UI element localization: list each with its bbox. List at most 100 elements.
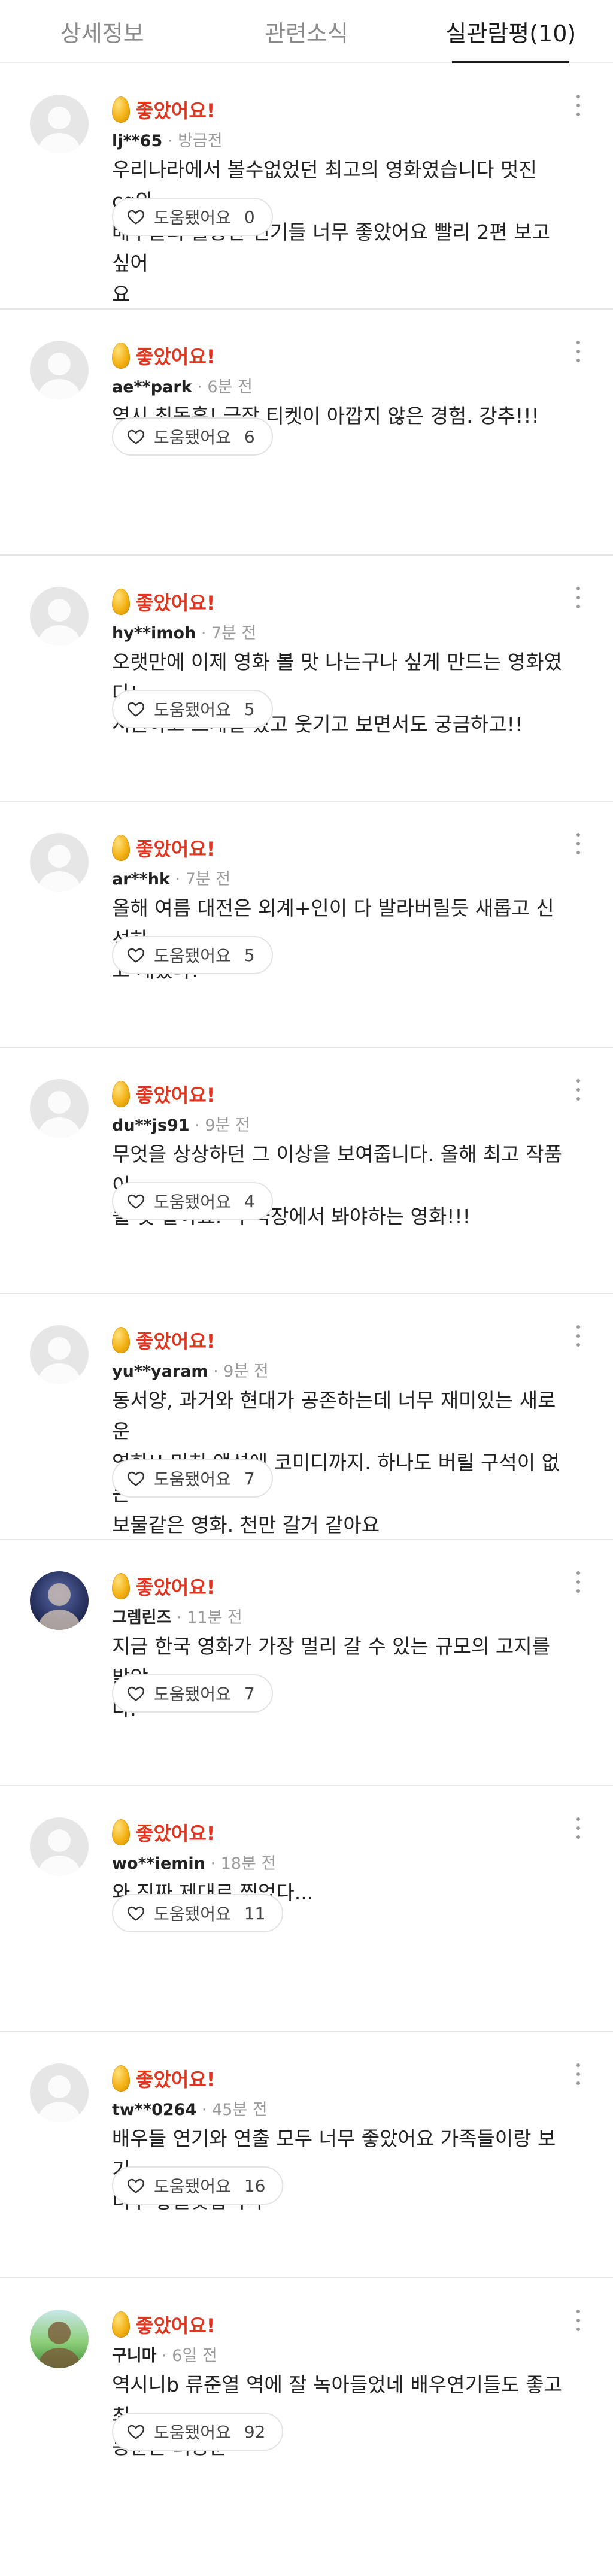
helpful-button[interactable]: 도움됐어요 16 [112,2166,284,2205]
helpful-count: 92 [244,2422,266,2442]
heart-icon [127,948,145,963]
rating: 좋았어요! [112,1817,565,1847]
avatar [30,341,89,399]
heart-icon [127,1686,145,1701]
heart-icon [127,1194,145,1209]
heart-icon [127,702,145,717]
reviewer-name: yu**yaram [112,1362,208,1381]
rating-label: 좋았어요! [136,1330,216,1353]
reviewer-name: 구니마 [112,2347,157,2365]
helpful-count: 5 [244,945,255,965]
avatar [30,1571,89,1630]
rating: 좋았어요! [112,1325,565,1355]
helpful-label: 도움됐어요 [154,428,231,447]
review-meta: ar**hk · 7분 전 [112,869,565,890]
golden-egg-icon [112,589,130,615]
heart-icon [127,210,145,225]
review-content: 좋았어요! yu**yaram · 9분 전 동서양, 과거와 현대가 공존하는… [112,1325,565,1541]
review-time: · 11분 전 [171,1608,242,1627]
rating-label: 좋았어요! [136,592,216,614]
tab-reviews[interactable]: 실관람평(10) [409,0,613,62]
helpful-button[interactable]: 도움됐어요 6 [112,417,273,456]
helpful-count: 16 [244,2175,266,2196]
rating: 좋았어요! [112,2063,565,2093]
review-time: · 9분 전 [189,1116,250,1135]
review-list: 좋았어요! lj**65 · 방금전 우리나라에서 볼수없었던 최고의 영화였습… [0,63,613,2576]
helpful-button[interactable]: 도움됐어요 4 [112,1182,273,1220]
golden-egg-icon [112,1819,130,1845]
helpful-count: 4 [244,1191,255,1211]
rating-label: 좋았어요! [136,1576,216,1599]
rating-label: 좋았어요! [136,99,216,122]
rating: 좋았어요! [112,1079,565,1109]
review-item: 좋았어요! ae**park · 6분 전 역시 최동훈! 극장 티켓이 아깝지… [0,310,613,554]
rating: 좋았어요! [112,2310,565,2339]
avatar [30,1325,89,1384]
review-item: 좋았어요! yu**yaram · 9분 전 동서양, 과거와 현대가 공존하는… [0,1294,613,1539]
heart-icon [127,1471,145,1486]
golden-egg-icon [112,835,130,861]
helpful-label: 도움됐어요 [154,1192,231,1212]
review-meta: du**js91 · 9분 전 [112,1115,565,1137]
rating: 좋았어요! [112,1571,565,1601]
review-meta: yu**yaram · 9분 전 [112,1361,565,1383]
helpful-button[interactable]: 도움됐어요 0 [112,198,273,236]
tab-news[interactable]: 관련소식 [204,0,408,62]
avatar [30,2310,89,2368]
more-options-icon[interactable] [572,2307,584,2333]
helpful-button[interactable]: 도움됐어요 92 [112,2413,284,2451]
golden-egg-icon [112,343,130,369]
more-options-icon[interactable] [572,1077,584,1103]
helpful-button[interactable]: 도움됐어요 7 [112,1459,273,1498]
heart-icon [127,1906,145,1921]
more-options-icon[interactable] [572,1323,584,1349]
review-item: 좋았어요! wo**iemin · 18분 전 와 진짜 제대로 찢었다... … [0,1786,613,2031]
review-meta: tw**0264 · 45분 전 [112,2099,565,2121]
review-item: 좋았어요! lj**65 · 방금전 우리나라에서 볼수없었던 최고의 영화였습… [0,63,613,308]
more-options-icon[interactable] [572,1815,584,1841]
golden-egg-icon [112,1081,130,1107]
review-time: · 7분 전 [169,870,231,889]
rating-label: 좋았어요! [136,2068,216,2091]
reviewer-name: 그렘린즈 [112,1608,172,1627]
helpful-label: 도움됐어요 [154,946,231,966]
review-meta: wo**iemin · 18분 전 [112,1853,565,1875]
rating: 좋았어요! [112,833,565,863]
review-meta: lj**65 · 방금전 [112,131,565,152]
rating-label: 좋았어요! [136,2314,216,2337]
review-time: · 18분 전 [205,1854,277,1873]
review-item: 좋았어요! 그렘린즈 · 11분 전 지금 한국 영화가 가장 멀리 갈 수 있… [0,1540,613,1785]
tab-details[interactable]: 상세정보 [0,0,204,62]
more-options-icon[interactable] [572,584,584,611]
helpful-button[interactable]: 도움됐어요 5 [112,690,273,728]
review-meta: 구니마 · 6일 전 [112,2345,565,2367]
helpful-count: 11 [244,1903,266,1923]
review-meta: 그렘린즈 · 11분 전 [112,1607,565,1629]
golden-egg-icon [112,2065,130,2092]
helpful-count: 7 [244,1683,255,1704]
more-options-icon[interactable] [572,2061,584,2087]
tab-bar: 상세정보 관련소식 실관람평(10) [0,0,613,63]
more-options-icon[interactable] [572,1569,584,1595]
reviewer-name: tw**0264 [112,2101,197,2119]
reviewer-name: hy**imoh [112,624,196,643]
reviewer-name: du**js91 [112,1116,190,1135]
helpful-label: 도움됐어요 [154,1469,231,1489]
rating-label: 좋았어요! [136,1084,216,1107]
review-time: · 9분 전 [208,1362,269,1381]
more-options-icon[interactable] [572,338,584,365]
more-options-icon[interactable] [572,92,584,119]
heart-icon [127,429,145,444]
helpful-count: 0 [244,207,255,227]
more-options-icon[interactable] [572,831,584,857]
helpful-button[interactable]: 도움됐어요 7 [112,1674,273,1713]
review-time: · 45분 전 [196,2101,268,2119]
review-time: · 방금전 [162,132,223,150]
review-item: 좋았어요! hy**imoh · 7분 전 오랫만에 이제 영화 볼 맛 나는구… [0,556,613,801]
helpful-button[interactable]: 도움됐어요 5 [112,936,273,974]
avatar [30,833,89,892]
helpful-button[interactable]: 도움됐어요 11 [112,1894,284,1932]
heart-icon [127,2425,145,2439]
golden-egg-icon [112,2311,130,2338]
avatar [30,1079,89,1138]
